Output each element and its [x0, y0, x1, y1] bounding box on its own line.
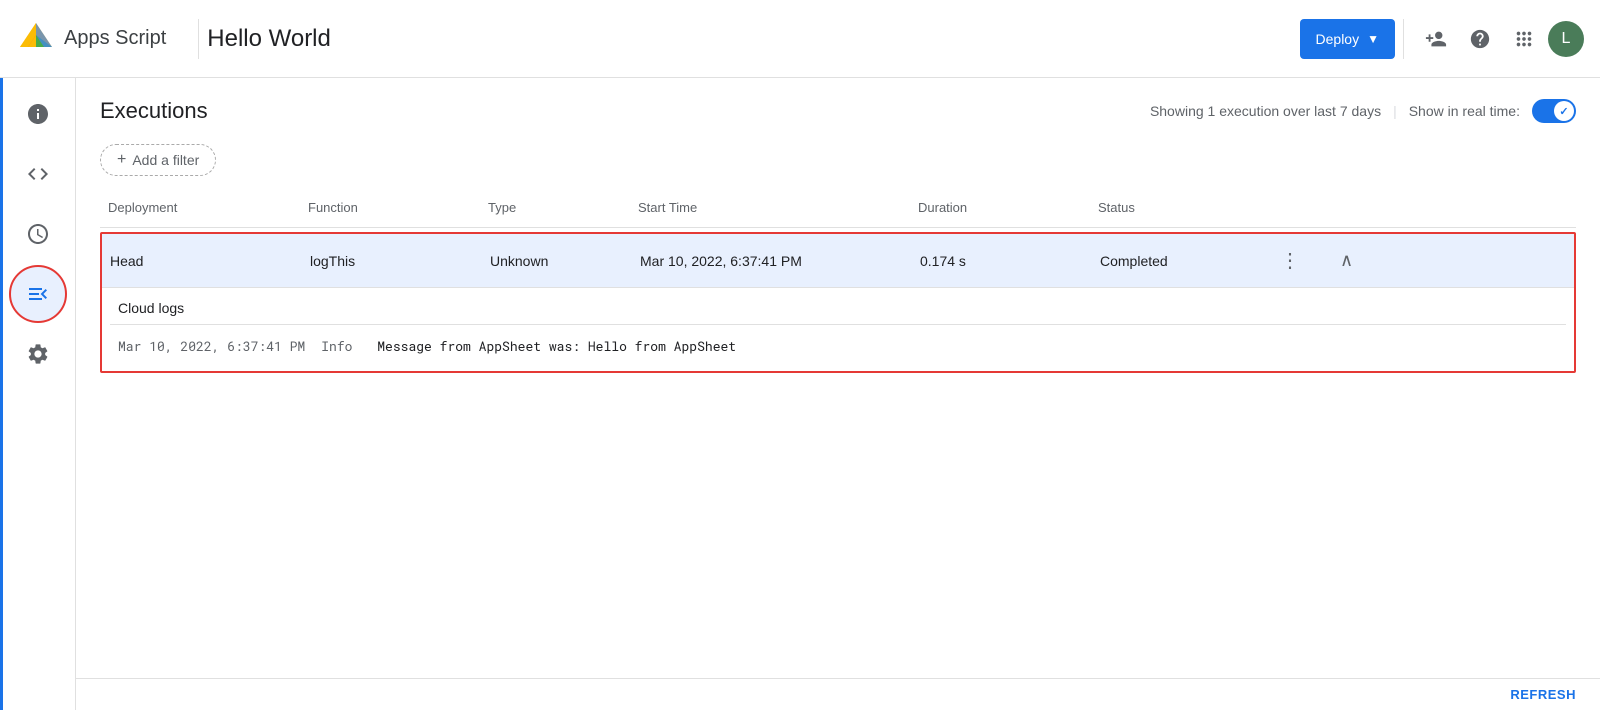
deploy-chevron-icon: ▼	[1367, 32, 1379, 46]
executions-meta: Showing 1 execution over last 7 days | S…	[1150, 99, 1576, 123]
info-icon	[26, 102, 50, 126]
sidebar-item-overview[interactable]	[10, 86, 66, 142]
code-icon	[26, 162, 50, 186]
cloud-logs-section: Cloud logs Mar 10, 2022, 6:37:41 PM Info…	[102, 287, 1574, 371]
executions-summary: Showing 1 execution over last 7 days	[1150, 103, 1381, 119]
filter-bar: + Add a filter	[76, 136, 1600, 188]
col-start-time: Start Time	[630, 196, 910, 219]
main-layout: Executions Showing 1 execution over last…	[0, 78, 1600, 710]
user-avatar[interactable]: L	[1548, 21, 1584, 57]
deploy-button-label: Deploy	[1316, 31, 1360, 47]
col-expand	[1330, 196, 1370, 219]
toggle-thumb: ✓	[1554, 101, 1574, 121]
help-icon	[1469, 28, 1491, 50]
realtime-toggle[interactable]: ✓	[1532, 99, 1576, 123]
pipe-separator: |	[1393, 103, 1397, 119]
sidebar-accent	[0, 78, 3, 710]
grid-menu-button[interactable]	[1504, 19, 1544, 59]
col-status: Status	[1090, 196, 1270, 219]
cloud-logs-title: Cloud logs	[110, 300, 1566, 316]
executions-icon	[26, 282, 50, 306]
refresh-button[interactable]: REFRESH	[1510, 687, 1576, 702]
app-logo: Apps Script	[16, 19, 166, 59]
executions-table: Deployment Function Type Start Time Dura…	[76, 188, 1600, 678]
realtime-label: Show in real time:	[1409, 103, 1520, 119]
log-divider	[110, 324, 1566, 325]
executions-header: Executions Showing 1 execution over last…	[76, 78, 1600, 136]
col-type: Type	[480, 196, 630, 219]
sidebar-item-triggers[interactable]	[10, 206, 66, 262]
collapse-row-button[interactable]: ∧	[1340, 250, 1353, 271]
help-button[interactable]	[1460, 19, 1500, 59]
cell-deployment: Head	[102, 249, 302, 273]
cell-collapse: ∧	[1332, 246, 1372, 275]
content-area: Executions Showing 1 execution over last…	[76, 78, 1600, 710]
content-footer: REFRESH	[76, 678, 1600, 710]
add-filter-label: Add a filter	[132, 152, 199, 168]
log-level: Info	[321, 337, 361, 355]
executions-title: Executions	[100, 98, 208, 124]
cell-start-time: Mar 10, 2022, 6:37:41 PM	[632, 249, 912, 273]
header: Apps Script Hello World Deploy ▼ L	[0, 0, 1600, 78]
execution-row-wrapper: Head logThis Unknown Mar 10, 2022, 6:37:…	[100, 232, 1576, 373]
project-name-label: Hello World	[207, 25, 331, 53]
col-duration: Duration	[910, 196, 1090, 219]
cell-type: Unknown	[482, 249, 632, 273]
header-vdivider	[198, 19, 199, 59]
add-person-icon	[1425, 28, 1447, 50]
sidebar-item-editor[interactable]	[10, 146, 66, 202]
sidebar-item-settings[interactable]	[10, 326, 66, 382]
apps-script-logo-icon	[16, 19, 56, 59]
app-name-label: Apps Script	[64, 27, 166, 50]
col-actions	[1270, 196, 1330, 219]
cell-duration: 0.174 s	[912, 249, 1092, 273]
sidebar-item-executions[interactable]	[10, 266, 66, 322]
grid-menu-icon	[1513, 28, 1535, 50]
log-timestamp: Mar 10, 2022, 6:37:41 PM	[118, 337, 305, 355]
table-row: Head logThis Unknown Mar 10, 2022, 6:37:…	[102, 234, 1574, 287]
cell-status: Completed	[1092, 249, 1272, 273]
clock-icon	[26, 222, 50, 246]
more-options-button[interactable]: ⋮	[1280, 248, 1300, 273]
table-header-row: Deployment Function Type Start Time Dura…	[100, 188, 1576, 228]
deploy-button[interactable]: Deploy ▼	[1300, 19, 1395, 59]
add-person-button[interactable]	[1416, 19, 1456, 59]
col-deployment: Deployment	[100, 196, 300, 219]
settings-icon	[26, 342, 50, 366]
log-message: Message from AppSheet was: Hello from Ap…	[377, 337, 736, 355]
cell-actions: ⋮	[1272, 244, 1332, 277]
toggle-checkmark-icon: ✓	[1559, 105, 1568, 118]
cell-function: logThis	[302, 249, 482, 273]
sidebar	[0, 78, 76, 710]
col-function: Function	[300, 196, 480, 219]
log-entry: Mar 10, 2022, 6:37:41 PM Info Message fr…	[110, 333, 1566, 359]
add-filter-button[interactable]: + Add a filter	[100, 144, 216, 176]
add-filter-plus-icon: +	[117, 151, 126, 169]
header-vdivider2	[1403, 19, 1404, 59]
